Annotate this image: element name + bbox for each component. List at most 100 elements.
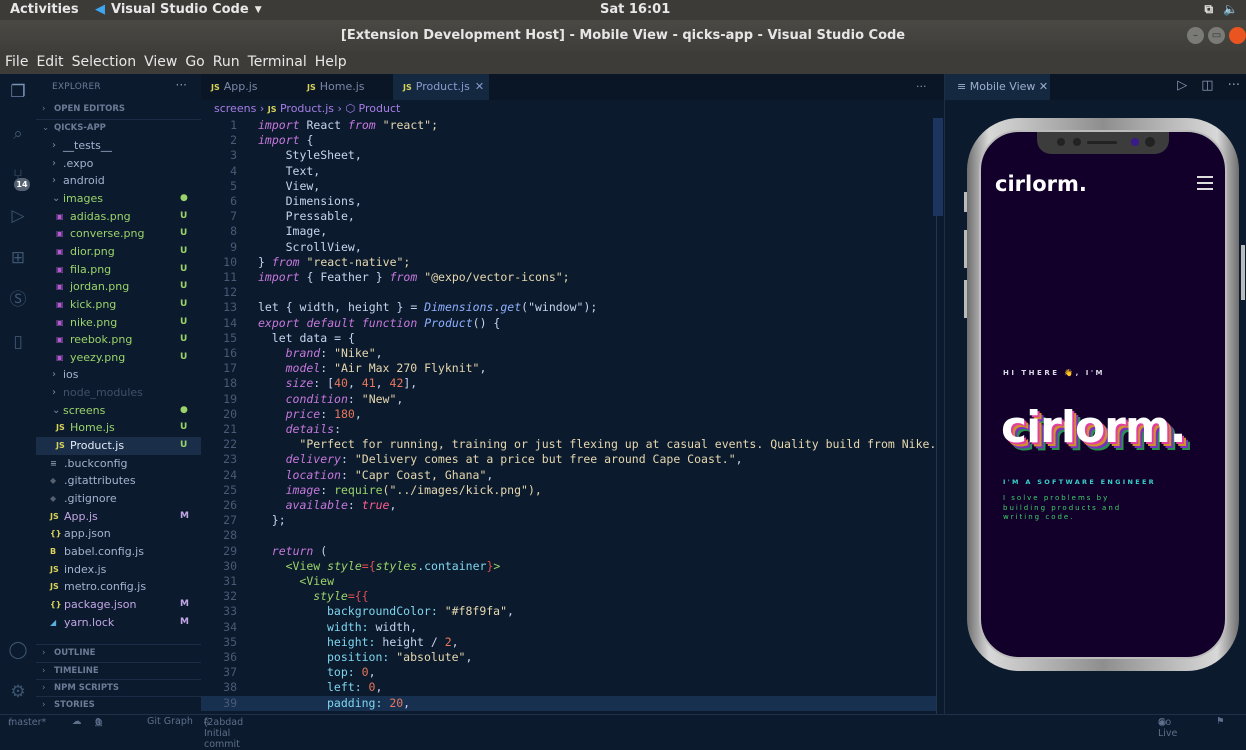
code-line[interactable]: 34 width: width, <box>201 620 936 635</box>
site-logo[interactable]: cirlorm. <box>995 172 1087 196</box>
code-line[interactable]: 4 Text, <box>201 164 936 179</box>
code-line[interactable]: 24 location: "Capr Coast, Ghana", <box>201 468 936 483</box>
code-line[interactable]: 1 import React from "react"; <box>201 118 936 133</box>
npm-scripts-section[interactable]: › NPM SCRIPTS <box>36 679 201 696</box>
tab-app-js[interactable]: JS App.js <box>201 74 296 100</box>
menu-run[interactable]: Run <box>212 51 245 74</box>
file-item[interactable]: ▣ yeezy.png U <box>36 349 201 367</box>
settings-gear-icon[interactable]: ⚙ <box>8 682 28 702</box>
open-editors-section[interactable]: › OPEN EDITORS <box>36 101 201 118</box>
folder-item[interactable]: › __tests__ <box>36 137 201 155</box>
phone-screen[interactable]: cirlorm. HI THERE 👋, I'M cirlorm. I'M A … <box>979 130 1227 659</box>
timeline-section[interactable]: › TIMELINE <box>36 662 201 679</box>
code-editor[interactable]: 1 import React from "react"; 2 import {3 Sty… <box>201 117 936 714</box>
search-icon[interactable]: ⌕ <box>8 124 28 144</box>
code-line[interactable]: 2 import { <box>201 133 936 148</box>
code-line[interactable]: 37 top: 0, <box>201 665 936 680</box>
menu-file[interactable]: File <box>4 51 33 74</box>
clock[interactable]: Sat 16:01 <box>600 2 670 17</box>
tab-home-js[interactable]: JS Home.js <box>297 74 392 100</box>
app-menu[interactable]: ◀ Visual Studio Code ▼ <box>95 2 262 17</box>
code-line[interactable]: 31 <View <box>201 574 936 589</box>
menu-edit[interactable]: Edit <box>35 51 68 74</box>
s-extension-icon[interactable]: Ⓢ <box>8 290 28 310</box>
tab-product-js[interactable]: JS Product.js ✕ <box>393 74 489 100</box>
code-line[interactable]: 35 height: height / 2, <box>201 635 936 650</box>
code-line[interactable]: 15 let data = { <box>201 331 936 346</box>
folder-item[interactable]: ⌄ images ● <box>36 190 201 208</box>
code-line[interactable]: 19 condition: "New", <box>201 392 936 407</box>
code-line[interactable]: 18 size: [40, 41, 42], <box>201 376 936 391</box>
code-line[interactable]: 25 image: require("../images/kick.png"), <box>201 483 936 498</box>
code-line[interactable]: 16 brand: "Nike", <box>201 346 936 361</box>
sync-icon[interactable]: ☁ <box>72 716 82 727</box>
volume-icon[interactable]: 🔈 <box>1223 2 1238 17</box>
file-item[interactable]: {} package.json M <box>36 596 201 614</box>
code-line[interactable]: 7 Pressable, <box>201 209 936 224</box>
code-line[interactable]: 12 <box>201 285 936 300</box>
file-item[interactable]: JS App.js M <box>36 508 201 526</box>
menu-terminal[interactable]: Terminal <box>247 51 312 74</box>
system-tray[interactable]: ⧉ 🔈 <box>1204 2 1238 17</box>
code-line[interactable]: 8 Image, <box>201 224 936 239</box>
folder-item[interactable]: › node_modules <box>36 384 201 402</box>
code-line[interactable]: 13 let { width, height } = Dimensions.get… <box>201 300 936 315</box>
file-item[interactable]: ◆ .gitignore <box>36 490 201 508</box>
split-editor-icon[interactable]: ◫ <box>1201 78 1213 93</box>
code-line[interactable]: 39 padding: 20, <box>201 695 936 711</box>
close-tab-icon[interactable]: ✕ <box>475 80 484 93</box>
extensions-icon[interactable]: ⊞ <box>8 248 28 268</box>
code-line[interactable]: 38 left: 0, <box>201 680 936 695</box>
project-section[interactable]: ⌄ QICKS-APP <box>36 119 201 136</box>
breadcrumb-symbol[interactable]: Product <box>359 102 401 115</box>
more-actions-icon[interactable]: ··· <box>1228 78 1240 93</box>
code-line[interactable]: 11 import { Feather } from "@expo/vector-… <box>201 270 936 285</box>
file-item[interactable]: JS index.js <box>36 561 201 579</box>
minimize-button[interactable]: – <box>1187 27 1204 44</box>
file-item[interactable]: {} app.json <box>36 525 201 543</box>
file-item[interactable]: ▣ nike.png U <box>36 314 201 332</box>
git-graph-button[interactable]: Git Graph <box>147 716 193 727</box>
stories-section[interactable]: › STORIES <box>36 696 201 713</box>
code-line[interactable]: 29 return ( <box>201 544 936 559</box>
editor-more-button[interactable]: ··· <box>916 74 927 100</box>
run-icon[interactable]: ▷ <box>1177 78 1187 93</box>
code-line[interactable]: 10} from "react-native"; <box>201 255 936 270</box>
file-item[interactable]: JS Product.js U <box>36 437 201 455</box>
file-item[interactable]: ▣ kick.png U <box>36 296 201 314</box>
file-item[interactable]: ▣ converse.png U <box>36 225 201 243</box>
mobile-view-icon[interactable]: ▯ <box>8 332 28 352</box>
close-button[interactable] <box>1229 27 1246 44</box>
menu-help[interactable]: Help <box>314 51 352 74</box>
code-line[interactable]: 9 ScrollView, <box>201 240 936 255</box>
file-item[interactable]: ≡ .buckconfig <box>36 455 201 473</box>
explorer-more-button[interactable]: ··· <box>176 78 187 92</box>
account-icon[interactable]: ◯ <box>8 640 28 660</box>
breadcrumb-file[interactable]: Product.js <box>280 102 334 115</box>
run-debug-icon[interactable]: ▷ <box>8 206 28 226</box>
editor-scrollbar[interactable] <box>933 118 943 216</box>
menu-selection[interactable]: Selection <box>71 51 142 74</box>
code-line[interactable]: 27}; <box>201 513 936 528</box>
activities-button[interactable]: Activities <box>10 2 79 17</box>
code-line[interactable]: 30 <View style={styles.container}> <box>201 559 936 574</box>
menu-view[interactable]: View <box>143 51 182 74</box>
menu-go[interactable]: Go <box>184 51 209 74</box>
code-line[interactable]: 17 model: "Air Max 270 Flyknit", <box>201 361 936 376</box>
code-line[interactable]: 14 export default function Product() { <box>201 316 936 331</box>
code-line[interactable]: 22 "Perfect for running, training or just… <box>201 437 936 452</box>
feedback-icon[interactable]: ⚑ <box>1216 716 1225 727</box>
code-line[interactable]: 3 StyleSheet, <box>201 148 936 163</box>
file-item[interactable]: ▣ dior.png U <box>36 243 201 261</box>
file-item[interactable]: ▣ fila.png U <box>36 261 201 279</box>
code-line[interactable]: 6 Dimensions, <box>201 194 936 209</box>
outline-section[interactable]: › OUTLINE <box>36 644 201 661</box>
file-item[interactable]: ▣ reebok.png U <box>36 331 201 349</box>
code-line[interactable]: 23 delivery: "Delivery comes at a price b… <box>201 452 936 467</box>
folder-item[interactable]: › .expo <box>36 155 201 173</box>
code-line[interactable]: 21 details: <box>201 422 936 437</box>
network-icon[interactable]: ⧉ <box>1204 2 1213 17</box>
code-line[interactable]: 26 available: true, <box>201 498 936 513</box>
folder-item[interactable]: ⌄ screens ● <box>36 402 201 420</box>
folder-item[interactable]: › android <box>36 172 201 190</box>
